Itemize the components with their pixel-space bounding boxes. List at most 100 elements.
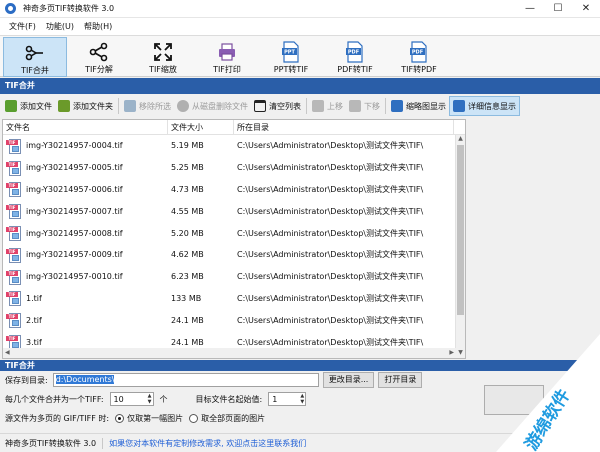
action-label: 移除所选 xyxy=(139,101,171,111)
filename-text: img-Y30214957-0005.tif xyxy=(26,163,123,173)
scroll-left-icon[interactable]: ◀ xyxy=(5,349,10,356)
tif-file-icon: TIF xyxy=(6,203,22,220)
cell-directory: C:\Users\Administrator\Desktop\测试文件夹\TIF… xyxy=(237,228,424,238)
tool-label: TIF转PDF xyxy=(401,65,437,74)
column-header-filesize[interactable]: 文件大小 xyxy=(168,120,234,134)
separator xyxy=(385,98,386,114)
watermark-logo: 游绵软件 xyxy=(496,334,600,452)
cell-filesize: 4.73 MB xyxy=(171,184,204,194)
merge-count-stepper[interactable]: 10 ▲ ▼ xyxy=(109,392,154,406)
action-label: 从磁盘删除文件 xyxy=(192,101,248,111)
start-value-stepper[interactable]: 1 ▲ ▼ xyxy=(268,392,307,406)
table-row[interactable]: TIF img-Y30214957-0009.tif 4.62 MB C:\Users… xyxy=(3,244,465,266)
menu-function[interactable]: 功能(U) xyxy=(41,21,79,32)
table-row[interactable]: TIF img-Y30214957-0004.tif 5.19 MB C:\Users… xyxy=(3,135,465,157)
cell-filename: TIF img-Y30214957-0006.tif xyxy=(3,181,168,198)
save-dir-input[interactable]: d:\Documents\ xyxy=(52,373,319,387)
tool-pdf-to-tif[interactable]: PDF PDF转TIF xyxy=(323,37,387,77)
remove-selected-button[interactable]: 移除所选 xyxy=(121,96,174,116)
scroll-down-icon[interactable]: ▼ xyxy=(456,349,465,358)
radio-first-page[interactable] xyxy=(115,414,125,423)
file-list[interactable]: 文件名 文件大小 所在目录 TIF img-Y30214957-0004.tif 5… xyxy=(2,119,466,359)
tool-tif-to-pdf[interactable]: PDF TIF转PDF xyxy=(387,37,451,77)
action-label: 上移 xyxy=(327,101,343,111)
save-dir-row: 保存到目录: d:\Documents\ 更改目录... 打开目录 xyxy=(5,372,423,388)
contact-link[interactable]: 如果您对本软件有定制修改需求, 欢迎点击这里联系我们 xyxy=(103,438,306,449)
move-up-button[interactable]: 上移 xyxy=(309,96,346,116)
add-folder-icon xyxy=(58,100,70,112)
horizontal-scrollbar[interactable]: ◀ ▶ xyxy=(3,348,456,358)
tif-file-icon: TIF xyxy=(6,160,22,176)
spin-arrows-icon[interactable]: ▲ ▼ xyxy=(148,393,152,405)
add-file-button[interactable]: 添加文件 xyxy=(2,96,55,116)
scrollbar-thumb[interactable] xyxy=(457,145,464,315)
maximize-button[interactable]: ☐ xyxy=(544,0,572,18)
action-label: 添加文件夹 xyxy=(73,101,113,111)
scroll-up-icon[interactable]: ▲ xyxy=(456,135,465,144)
table-row[interactable]: TIF img-Y30214957-0005.tif 5.25 MB C:\Users… xyxy=(3,157,465,179)
tool-label: TIF合并 xyxy=(21,66,49,75)
menu-file[interactable]: 文件(F) xyxy=(4,21,41,32)
table-row[interactable]: TIF img-Y30214957-0007.tif 4.55 MB C:\Users… xyxy=(3,200,465,222)
spin-arrows-icon[interactable]: ▲ ▼ xyxy=(300,393,304,405)
open-dir-button[interactable]: 打开目录 xyxy=(378,372,423,388)
pdf-file-icon: PDF xyxy=(344,41,366,63)
tool-label: TIF缩放 xyxy=(149,65,177,74)
cell-filesize: 6.23 MB xyxy=(171,272,204,282)
tool-tif-resize[interactable]: TIF缩放 xyxy=(131,37,195,77)
app-icon xyxy=(5,3,16,14)
window-title: 神奇多页TIF转换软件 3.0 xyxy=(23,4,115,13)
tool-tif-merge[interactable]: TIF合并 xyxy=(3,37,67,77)
split-icon xyxy=(88,41,110,63)
action-label: 添加文件 xyxy=(20,101,52,111)
cell-filename: TIF img-Y30214957-0005.tif xyxy=(3,160,168,176)
table-row[interactable]: TIF 2.tif 24.1 MB C:\Users\Administrator\De… xyxy=(3,309,465,331)
radio-all-pages[interactable] xyxy=(189,414,199,423)
printer-icon xyxy=(216,41,238,63)
table-row[interactable]: TIF 1.tif 133 MB C:\Users\Administrator\Des… xyxy=(3,288,465,310)
cell-directory: C:\Users\Administrator\Desktop\测试文件夹\TIF… xyxy=(237,163,424,173)
radio-first-page-label[interactable]: 仅取第一幅图片 xyxy=(127,413,183,424)
tool-label: PPT转TIF xyxy=(273,65,309,74)
tool-tif-split[interactable]: TIF分解 xyxy=(67,37,131,77)
column-header-filename[interactable]: 文件名 xyxy=(3,120,168,134)
table-row[interactable]: TIF img-Y30214957-0010.tif 6.23 MB C:\Users… xyxy=(3,266,465,288)
filename-text: img-Y30214957-0008.tif xyxy=(26,228,123,238)
tif-file-icon: TIF xyxy=(6,225,22,242)
cell-directory: C:\Users\Administrator\Desktop\测试文件夹\TIF… xyxy=(237,184,424,194)
radio-all-pages-label[interactable]: 取全部页面的图片 xyxy=(201,413,265,424)
scroll-right-icon[interactable]: ▶ xyxy=(449,349,454,356)
cell-filename: TIF img-Y30214957-0009.tif xyxy=(3,247,168,263)
cell-filename: TIF 2.tif xyxy=(3,312,168,329)
column-header-directory[interactable]: 所在目录 xyxy=(234,120,454,134)
table-row[interactable]: TIF img-Y30214957-0006.tif 4.73 MB C:\Users… xyxy=(3,179,465,201)
tool-tif-print[interactable]: TIF打印 xyxy=(195,37,259,77)
add-folder-button[interactable]: 添加文件夹 xyxy=(55,96,116,116)
filename-text: img-Y30214957-0007.tif xyxy=(26,206,123,216)
minimize-button[interactable]: — xyxy=(516,0,544,18)
title-bar: 神奇多页TIF转换软件 3.0 — ☐ ✕ xyxy=(0,0,600,18)
status-app-name: 神奇多页TIF转换软件 3.0 xyxy=(0,437,104,449)
separator xyxy=(118,98,119,114)
tool-ppt-to-tif[interactable]: PPT PPT转TIF xyxy=(259,37,323,77)
change-dir-button[interactable]: 更改目录... xyxy=(322,372,375,388)
cell-directory: C:\Users\Administrator\Desktop\测试文件夹\TIF… xyxy=(237,272,424,282)
cell-filename: TIF img-Y30214957-0008.tif xyxy=(3,225,168,242)
tif-file-icon: TIF xyxy=(6,290,22,307)
cell-directory: C:\Users\Administrator\Desktop\测试文件夹\TIF… xyxy=(237,250,424,260)
clear-list-button[interactable]: 清空列表 xyxy=(251,96,304,116)
vertical-scrollbar[interactable]: ▲ ▼ xyxy=(455,135,465,358)
tool-label: PDF转TIF xyxy=(337,65,373,74)
details-view-button[interactable]: 详细信息显示 xyxy=(449,96,520,116)
move-down-button[interactable]: 下移 xyxy=(346,96,383,116)
menu-help[interactable]: 帮助(H) xyxy=(79,21,117,32)
tif-file-icon: TIF xyxy=(6,138,22,154)
thumbnail-view-button[interactable]: 缩略图显示 xyxy=(388,96,449,116)
svg-text:PDF: PDF xyxy=(348,50,359,56)
table-row[interactable]: TIF img-Y30214957-0008.tif 5.20 MB C:\Users… xyxy=(3,222,465,244)
save-dir-value: d:\Documents\ xyxy=(55,375,115,384)
remove-icon xyxy=(124,100,136,112)
close-button[interactable]: ✕ xyxy=(572,0,600,18)
delete-from-disk-button[interactable]: 从磁盘删除文件 xyxy=(174,96,251,116)
tif-file-icon: TIF xyxy=(6,247,22,263)
